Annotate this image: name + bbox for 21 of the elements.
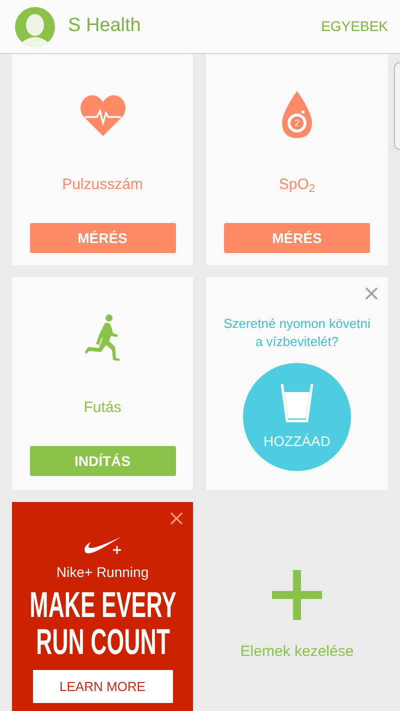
action-button[interactable]: MÉRÉS	[30, 223, 176, 253]
tracker-label: Pulzusszám	[62, 175, 143, 195]
learn-more-button[interactable]: LEARN MORE	[32, 670, 172, 703]
close-button[interactable]	[365, 287, 378, 300]
tracker-label: SpO$_{2}$	[278, 175, 316, 195]
app-title: S Health	[68, 14, 141, 38]
avatar-icon[interactable]	[15, 6, 55, 46]
more-menu-button[interactable]: EGYEBEK	[321, 16, 388, 37]
manage-items-button[interactable]: Elemek kezelése	[206, 502, 388, 711]
ad-brand-text: Nike+ Running	[56, 563, 149, 582]
close-ad-button[interactable]	[170, 512, 183, 525]
tracker-label: Futás	[84, 398, 122, 418]
prompt-text: Szeretné nyomon követni a vízbevitelét?	[222, 315, 372, 351]
glass-icon	[280, 382, 314, 422]
action-button[interactable]: MÉRÉS	[224, 223, 370, 253]
add-water-button[interactable]: HOZZÁAD	[243, 363, 351, 471]
running-person-icon	[82, 314, 122, 362]
action-button[interactable]: INDÍTÁS	[30, 446, 176, 476]
oxygen-drop-icon	[279, 91, 315, 139]
icon-subscript-text: 2	[293, 118, 300, 128]
ad-headline: MAKE EVERY RUN COUNT	[28, 586, 177, 660]
